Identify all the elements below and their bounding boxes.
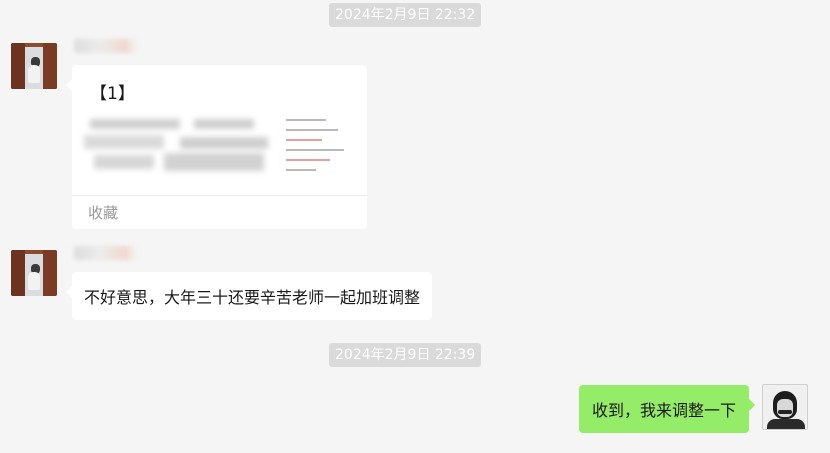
message-bubble-outgoing[interactable]: 收到，我来调整一下 [578,385,756,433]
favorite-card[interactable]: 【1】 收藏 [66,65,367,229]
timestamp-2: 2024年2月9日 22:39 [329,343,482,367]
card-preview-document [284,113,356,183]
timestamp-1: 2024年2月9日 22:32 [329,3,482,27]
message-text: 不好意思，大年三十还要辛苦老师一起加班调整 [84,288,421,307]
card-preview-image-blurred [84,113,274,179]
message-bubble-incoming[interactable]: 不好意思，大年三十还要辛苦老师一起加班调整 [65,272,433,320]
sender-name-redacted [74,39,138,53]
sender-name-redacted [74,246,138,260]
card-title: 【1】 [90,84,135,104]
card-footer-label: 收藏 [88,204,119,222]
self-avatar[interactable] [762,384,808,430]
sender-avatar[interactable] [11,250,57,296]
message-text: 收到，我来调整一下 [591,401,736,420]
sender-avatar[interactable] [11,43,57,89]
